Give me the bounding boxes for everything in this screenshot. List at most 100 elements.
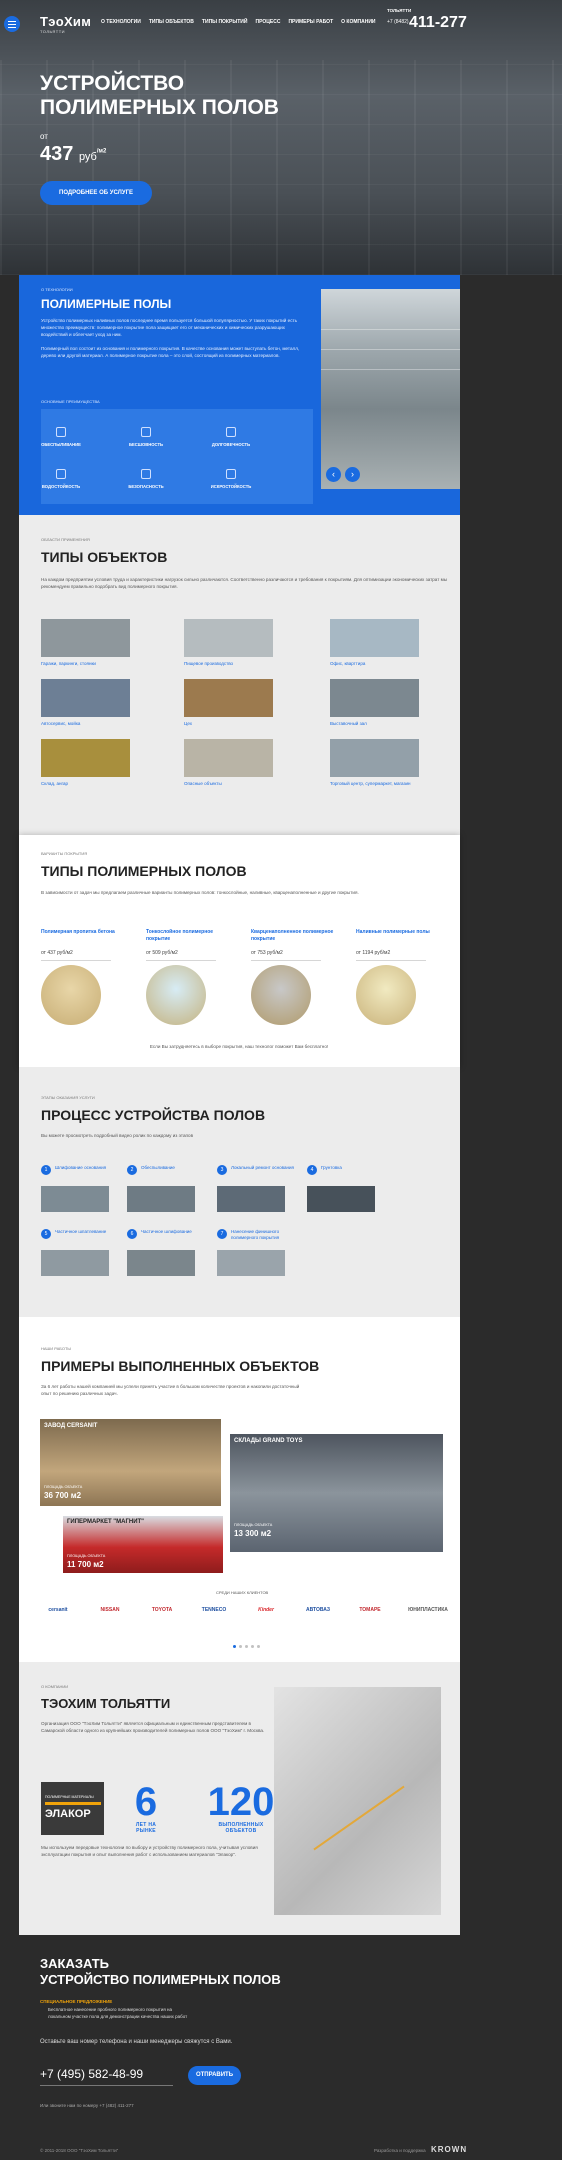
coating-title: Наливные полимерные полы [356,929,430,935]
nav-object-types[interactable]: ТИПЫ ОБЪЕКТОВ [149,19,194,25]
coating-title: Кварценаполненное полимерное покрытие [251,929,334,942]
work-photo[interactable]: ЗАВОД CERSANIT ПЛОЩАДЬ ОБЪЕКТА 36 700 м2 [40,1419,221,1506]
object-caption[interactable]: Автосервис, мойка [41,721,131,727]
object-caption[interactable]: Офис, кварттира [330,661,420,667]
client-logo: TOYOTA [151,1607,173,1613]
nav-coating-types[interactable]: ТИПЫ ПОКРЫТИЙ [202,19,248,25]
object-photo[interactable] [184,619,273,657]
main-nav: О ТЕХНОЛОГИИ ТИПЫ ОБЪЕКТОВ ТИПЫ ПОКРЫТИЙ… [101,19,376,25]
seamless-icon [141,427,151,437]
spark-icon [226,469,236,479]
nav-company[interactable]: О КОМПАНИИ [341,19,375,25]
coating-note: Если Вы затрудняетесь в выборе покрытия,… [149,1044,329,1049]
section-text: Вы можете просмотреть подробный видео ро… [41,1133,194,1138]
section-title: ПРИМЕРЫ ВЫПОЛНЕННЫХ ОБЪЕКТОВ [41,1358,320,1374]
carousel-dot[interactable] [239,1645,242,1648]
object-photo[interactable] [41,679,130,717]
durability-icon [226,427,236,437]
client-logo: ЮНИПЛАСТИКА [408,1607,448,1613]
object-caption[interactable]: Опасные объекты [184,781,274,787]
phone-code: +7 (8482) [387,19,409,25]
water-icon [56,469,66,479]
carousel-dot[interactable] [245,1645,248,1648]
nav-works[interactable]: ПРИМЕРЫ РАБОТ [288,19,333,25]
nav-about-technology[interactable]: О ТЕХНОЛОГИИ [101,19,141,25]
section-label: НАШИ РАБОТЫ [41,1346,71,1351]
section-title: ТЭОХИМ ТОЛЬЯТТИ [41,1696,171,1711]
technology-text-1: Устройство полимерных наливных полов пос… [41,318,297,337]
client-logo: cersanit [48,1607,68,1613]
section-label: О ТЕХНОЛОГИИ [41,287,73,292]
years-stat: 6 ЛЕТ НА РЫНКЕ [134,1780,158,1834]
section-text: За 6 лет работы нашей компанией мы успел… [41,1384,300,1396]
developer-label: Разработка и поддержка [374,2148,426,2153]
object-photo[interactable] [330,619,419,657]
header-phone[interactable]: ТОЛЬЯТТИ +7 (8482) 411-277 [387,8,467,31]
phone-number[interactable]: 411-277 [409,14,467,32]
step-photo [127,1250,195,1276]
advantage-item: ИСКРОСТОЙКОСТЬ [210,484,252,489]
object-photo[interactable] [184,679,273,717]
order-section: ЗАКАЗАТЬ УСТРОЙСТВО ПОЛИМЕРНЫХ ПОЛОВ СПЕ… [0,1935,562,2160]
worker-photo [274,1687,441,1915]
client-logo: Kinder [258,1607,274,1613]
developer-logo[interactable]: KROWN [431,2145,467,2154]
company-text-2: Мы используем передовые технологии по вы… [41,1845,258,1857]
object-photo[interactable] [41,619,130,657]
service-details-button[interactable]: ПОДРОБНЕЕ ОБ УСЛУГЕ [40,181,152,205]
special-offer-label: СПЕЦИАЛЬНОЕ ПРЕДЛОЖЕНИЕ [40,1999,113,2004]
nav-process[interactable]: ПРОЦЕСС [255,19,280,25]
floor-photo [321,289,460,489]
next-arrow-icon[interactable]: › [345,467,360,482]
client-logo: NISSAN [100,1607,120,1613]
object-caption[interactable]: Склад, ангар [41,781,131,787]
hero-price: 437 руб/м2 [40,143,107,165]
phone-input[interactable]: +7 (495) 582-48-99 [40,2064,173,2086]
object-caption[interactable]: Пищевое производство [184,661,274,667]
dust-icon [56,427,66,437]
work-photo[interactable]: СКЛАДЫ GRAND TOYS ПЛОЩАДЬ ОБЪЕКТА 13 300… [230,1434,443,1552]
objects-stat: 120 ВЫПОЛНЕННЫХ ОБЪЕКТОВ [207,1780,275,1834]
hero-title: УСТРОЙСТВО ПОЛИМЕРНЫХ ПОЛОВ [40,72,279,119]
carousel-dot[interactable] [233,1645,236,1648]
advantage-item: БЕСШОВНОСТЬ [128,442,164,447]
coating-sample [251,965,311,1025]
prev-arrow-icon[interactable]: ‹ [326,467,341,482]
elakor-badge: ПОЛИМЕРНЫЕ МАТЕРИАЛЫ ЭЛАКОР [41,1782,104,1835]
object-photo[interactable] [330,739,419,777]
order-title: ЗАКАЗАТЬ УСТРОЙСТВО ПОЛИМЕРНЫХ ПОЛОВ [40,1956,281,1987]
step-photo [217,1250,285,1276]
object-caption[interactable]: Гаражи, паркинги, стоянки [41,661,131,667]
work-photo[interactable]: ГИПЕРМАРКЕТ "МАГНИТ" ПЛОЩАДЬ ОБЪЕКТА 11 … [63,1516,223,1573]
logo[interactable]: ТэоХим ТОЛЬЯТТИ [40,14,91,34]
section-title: ПОЛИМЕРНЫЕ ПОЛЫ [41,297,172,311]
menu-icon[interactable] [4,16,20,32]
carousel-dots [233,1645,273,1648]
section-title: ПРОЦЕСС УСТРОЙСТВА ПОЛОВ [41,1107,266,1123]
submit-button[interactable]: ОТПРАВИТЬ [188,2066,241,2085]
object-photo[interactable] [184,739,273,777]
hero-section: ТэоХим ТОЛЬЯТТИ О ТЕХНОЛОГИИ ТИПЫ ОБЪЕКТ… [0,0,562,275]
advantage-item: ДОЛГОВЕЧНОСТЬ [211,442,251,447]
carousel-dot[interactable] [251,1645,254,1648]
object-types-section: ОБЛАСТИ ПРИМЕНЕНИЯ ТИПЫ ОБЪЕКТОВ На кажд… [19,515,460,835]
technology-section: О ТЕХНОЛОГИИ ПОЛИМЕРНЫЕ ПОЛЫ Устройство … [19,275,460,515]
advantage-item: ВОДОСТОЙКОСТЬ [41,484,81,489]
object-caption[interactable]: Торговый центр, супермаркет, магазин [330,781,420,787]
object-photo[interactable] [330,679,419,717]
coating-price: от 437 руб/м2 [41,950,73,956]
object-caption[interactable]: Цех [184,721,274,727]
step-photo [41,1250,109,1276]
carousel-dot[interactable] [257,1645,260,1648]
object-caption[interactable]: Выставочный зал [330,721,420,727]
coating-title: Тонкослойное полимерное покрытие [146,929,214,942]
advantages-box: ОБЕСПЫЛИВАНИЕ БЕСШОВНОСТЬ ДОЛГОВЕЧНОСТЬ … [41,409,313,504]
order-hint: Оставьте ваш номер телефона и наши менед… [40,2039,233,2045]
copyright: © 2011-2018 ООО "ТэоХим Тольятти" [40,2148,119,2153]
object-photo[interactable] [41,739,130,777]
section-text: На каждом предприятии условия труда и ха… [41,577,448,589]
advantage-item: ОБЕСПЫЛИВАНИЕ [41,442,81,447]
advantage-item: БЕЗОПАСНОСТЬ [128,484,164,489]
coating-price: от 509 руб/м2 [146,950,178,956]
advantages-label: ОСНОВНЫЕ ПРЕИМУЩЕСТВА [41,399,100,404]
